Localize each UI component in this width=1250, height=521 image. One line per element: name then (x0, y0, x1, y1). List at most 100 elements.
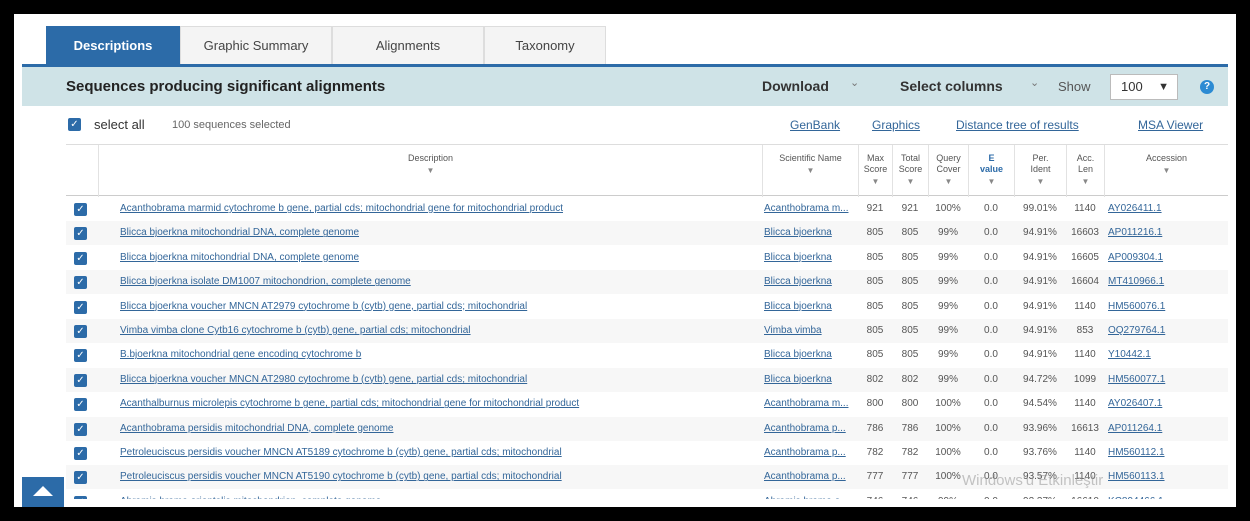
row-checkbox[interactable]: ✓ (74, 276, 87, 290)
cell-total-score: 805 (901, 251, 919, 263)
cell-description[interactable]: Petroleuciscus persidis voucher MNCN AT5… (120, 441, 760, 465)
cell-accession[interactable]: HM560077.1 (1108, 368, 1226, 392)
cell-description[interactable]: Blicca bjoerkna mitochondrial DNA, compl… (120, 246, 760, 270)
table-row: ✓ Blicca bjoerkna mitochondrial DNA, comp… (66, 246, 1228, 270)
cell-description[interactable]: B.bjoerkna mitochondrial gene encoding c… (120, 343, 760, 367)
cell-description[interactable]: Abramis brama orientalis mitochondrion, … (120, 490, 760, 499)
col-per-ident[interactable]: Per. Ident ▼ (1014, 145, 1066, 197)
row-checkbox[interactable]: ✓ (74, 251, 87, 265)
row-checkbox[interactable]: ✓ (74, 398, 87, 412)
cell-per-ident: 94.91% (1023, 276, 1057, 288)
cell-description[interactable]: Blicca bjoerkna voucher MNCN AT2979 cyto… (120, 295, 760, 319)
col-scientific-name[interactable]: Scientific Name ▼ (762, 145, 858, 197)
cell-max-score: 800 (866, 398, 884, 410)
cell-accession[interactable]: AP011264.1 (1108, 417, 1226, 441)
cell-accession[interactable]: MT410966.1 (1108, 270, 1226, 294)
cell-scientific-name[interactable]: Acanthobrama m... (764, 197, 856, 221)
cell-e-value: 0.0 (984, 276, 998, 288)
results-header-bar: Sequences producing significant alignmen… (22, 64, 1228, 106)
cell-max-score: 805 (866, 276, 884, 288)
row-checkbox[interactable]: ✓ (74, 471, 87, 485)
cell-scientific-name[interactable]: Vimba vimba (764, 319, 856, 343)
tab-graphic-summary[interactable]: Graphic Summary (180, 26, 332, 64)
help-icon[interactable]: ? (1200, 80, 1214, 94)
show-count-select[interactable]: 100 ▼ (1110, 74, 1178, 100)
cell-total-score: 786 (901, 422, 919, 434)
row-checkbox[interactable]: ✓ (74, 422, 87, 436)
cell-query-cover: 99% (937, 349, 958, 361)
download-menu[interactable]: Download (762, 78, 829, 94)
cell-accession[interactable]: HM560113.1 (1108, 465, 1226, 489)
cell-scientific-name[interactable]: Blicca bjoerkna (764, 368, 856, 392)
table-row: ✓ Acanthalburnus microlepis cytochrome b … (66, 392, 1228, 416)
cell-per-ident: 94.91% (1023, 227, 1057, 239)
cell-query-cover: 99% (937, 251, 958, 263)
col-max-score[interactable]: Max Score ▼ (858, 145, 892, 197)
select-all-label[interactable]: select all (94, 117, 145, 132)
graphics-link[interactable]: Graphics (872, 118, 920, 132)
cell-accession[interactable]: AY026407.1 (1108, 392, 1226, 416)
cell-scientific-name[interactable]: Acanthobrama p... (764, 441, 856, 465)
chevron-down-icon[interactable]: ⌄ (1030, 76, 1039, 89)
cell-acc-len: 1099 (1073, 373, 1097, 385)
cell-acc-len: 16604 (1071, 276, 1099, 288)
genbank-link[interactable]: GenBank (790, 118, 840, 132)
tab-alignments[interactable]: Alignments (332, 26, 484, 64)
cell-description[interactable]: Acanthobrama persidis mitochondrial DNA,… (120, 417, 760, 441)
chevron-down-icon[interactable]: ⌄ (850, 76, 859, 89)
cell-accession[interactable]: KC894466.1 (1108, 490, 1226, 499)
cell-description[interactable]: Acanthobrama marmid cytochrome b gene, p… (120, 197, 760, 221)
tab-taxonomy[interactable]: Taxonomy (484, 26, 606, 64)
cell-scientific-name[interactable]: Blicca bjoerkna (764, 343, 856, 367)
cell-accession[interactable]: OQ279764.1 (1108, 319, 1226, 343)
cell-scientific-name[interactable]: Blicca bjoerkna (764, 246, 856, 270)
row-checkbox[interactable]: ✓ (74, 227, 87, 241)
row-checkbox[interactable]: ✓ (74, 203, 87, 216)
cell-scientific-name[interactable]: Abramis brama o... (764, 490, 856, 499)
cell-accession[interactable]: HM560112.1 (1108, 441, 1226, 465)
col-total-score[interactable]: Total Score ▼ (892, 145, 928, 197)
cell-acc-len: 1140 (1074, 447, 1096, 458)
col-query-cover[interactable]: Query Cover ▼ (928, 145, 968, 197)
cell-e-value: 0.0 (984, 300, 998, 312)
select-columns-menu[interactable]: Select columns (900, 78, 1003, 94)
cell-description[interactable]: Petroleuciscus persidis voucher MNCN AT5… (120, 465, 760, 489)
col-description[interactable]: Description ▼ (98, 145, 762, 197)
cell-scientific-name[interactable]: Blicca bjoerkna (764, 270, 856, 294)
cell-accession[interactable]: AP011216.1 (1108, 221, 1226, 245)
row-checkbox[interactable]: ✓ (74, 373, 87, 387)
tab-descriptions[interactable]: Descriptions (46, 26, 180, 64)
cell-description[interactable]: Acanthalburnus microlepis cytochrome b g… (120, 392, 760, 416)
row-checkbox[interactable]: ✓ (74, 325, 87, 338)
msa-viewer-link[interactable]: MSA Viewer (1138, 118, 1203, 132)
cell-scientific-name[interactable]: Acanthobrama m... (764, 392, 856, 416)
row-checkbox[interactable]: ✓ (74, 495, 87, 499)
cell-description[interactable]: Vimba vimba clone Cytb16 cytochrome b (c… (120, 319, 760, 343)
cell-accession[interactable]: HM560076.1 (1108, 295, 1226, 319)
col-accession[interactable]: Accession ▼ (1104, 145, 1228, 197)
cell-accession[interactable]: AY026411.1 (1108, 197, 1226, 221)
cell-accession[interactable]: AP009304.1 (1108, 246, 1226, 270)
col-acc-len[interactable]: Acc. Len ▼ (1066, 145, 1104, 197)
cell-per-ident: 94.72% (1023, 373, 1057, 385)
cell-scientific-name[interactable]: Blicca bjoerkna (764, 221, 856, 245)
cell-scientific-name[interactable]: Acanthobrama p... (764, 417, 856, 441)
select-all-checkbox[interactable]: ✓ (68, 118, 81, 131)
cell-acc-len: 16605 (1071, 251, 1099, 263)
cell-acc-len: 16613 (1071, 422, 1099, 434)
col-e-value[interactable]: Evalue ▼ (968, 145, 1014, 197)
distance-tree-link[interactable]: Distance tree of results (956, 118, 1079, 132)
row-checkbox[interactable]: ✓ (74, 349, 87, 363)
cell-scientific-name[interactable]: Acanthobrama p... (764, 465, 856, 489)
page-title: Sequences producing significant alignmen… (66, 78, 386, 95)
cell-e-value: 0.0 (984, 373, 998, 385)
scroll-to-top-button[interactable] (22, 477, 64, 507)
cell-description[interactable]: Blicca bjoerkna mitochondrial DNA, compl… (120, 221, 760, 245)
cell-query-cover: 99% (937, 325, 958, 336)
cell-description[interactable]: Blicca bjoerkna isolate DM1007 mitochond… (120, 270, 760, 294)
cell-scientific-name[interactable]: Blicca bjoerkna (764, 295, 856, 319)
cell-accession[interactable]: Y10442.1 (1108, 343, 1226, 367)
row-checkbox[interactable]: ✓ (74, 300, 87, 314)
cell-description[interactable]: Blicca bjoerkna voucher MNCN AT2980 cyto… (120, 368, 760, 392)
row-checkbox[interactable]: ✓ (74, 447, 87, 460)
